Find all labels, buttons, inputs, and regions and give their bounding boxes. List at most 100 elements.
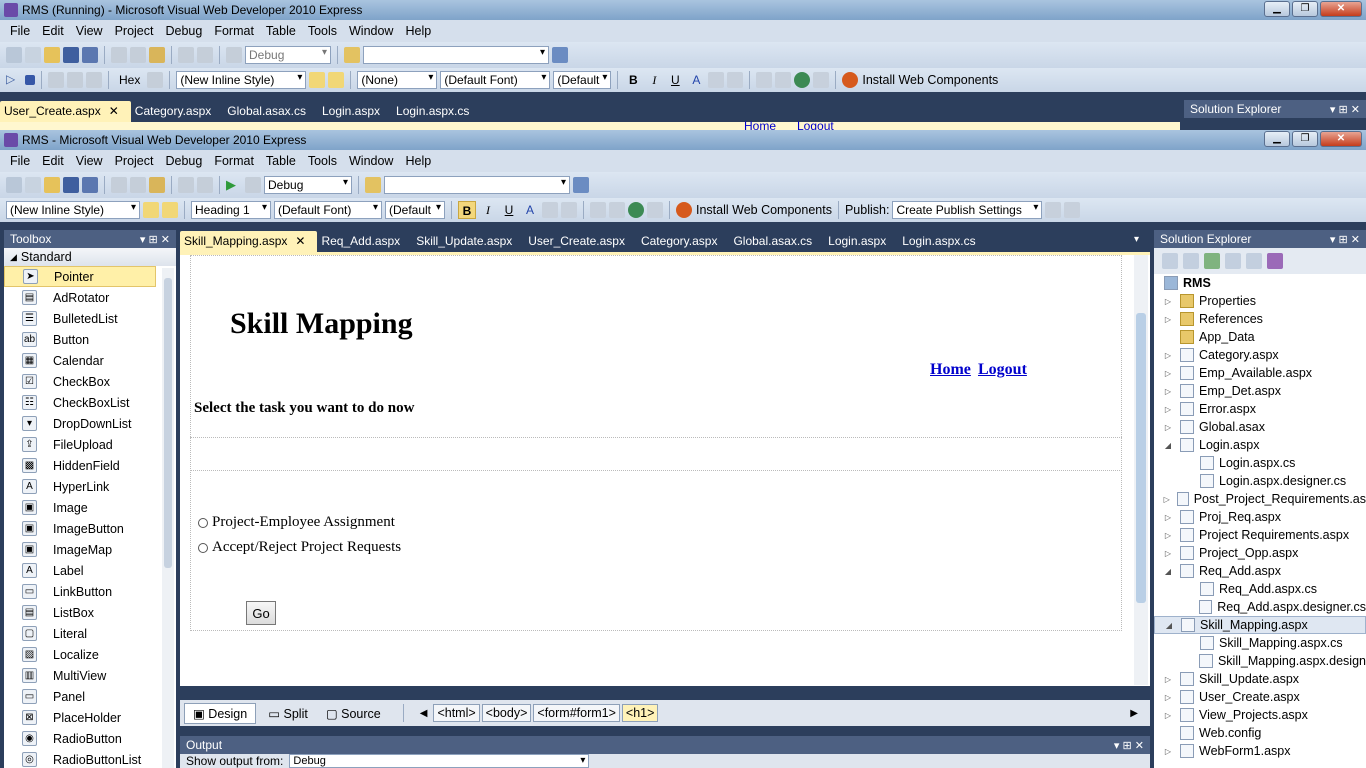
solution-item[interactable]: ▷ Global.asax — [1154, 418, 1366, 436]
add-item-icon[interactable] — [25, 177, 41, 193]
close-icon[interactable]: ✕ — [109, 104, 119, 118]
properties-icon[interactable] — [1162, 253, 1178, 269]
expand-icon[interactable]: ▷ — [1162, 675, 1174, 684]
output-source-dropdown[interactable]: Debug — [289, 754, 590, 768]
redo-icon[interactable] — [197, 177, 213, 193]
source-view-tab[interactable]: ▢ Source — [320, 704, 387, 723]
menu-tools[interactable]: Tools — [302, 24, 343, 38]
doc-tab[interactable]: Req_Add.aspx — [317, 231, 412, 252]
menu-project[interactable]: Project — [109, 24, 160, 38]
toolbox-item-button[interactable]: ab Button — [4, 329, 156, 350]
inner-highlight-icon[interactable] — [542, 202, 558, 218]
menu-file[interactable]: File — [4, 24, 36, 38]
design-vscroll-thumb[interactable] — [1136, 313, 1146, 603]
outer-install-web-components[interactable]: Install Web Components — [842, 72, 998, 88]
solution-item[interactable]: Skill_Mapping.aspx.design — [1154, 652, 1366, 670]
expand-icon[interactable]: ▷ — [1162, 711, 1174, 720]
expand-icon[interactable]: ▷ — [1162, 351, 1174, 360]
solution-item[interactable]: Login.aspx.designer.cs — [1154, 472, 1366, 490]
outer-doc-tab[interactable]: Login.aspx.cs — [392, 101, 481, 122]
toolbox-item-literal[interactable]: ▢ Literal — [4, 623, 156, 644]
copy-icon[interactable] — [130, 177, 146, 193]
step-over-icon[interactable] — [67, 72, 83, 88]
expand-icon[interactable]: ◢ — [1162, 441, 1174, 450]
continue-icon[interactable]: ▷ — [6, 72, 22, 88]
menu-file[interactable]: File — [4, 154, 36, 168]
toolbox-item-radiobuttonlist[interactable]: ◎ RadioButtonList — [4, 749, 156, 768]
outer-doc-tab[interactable]: Global.asax.cs — [223, 101, 318, 122]
outer-bold-button[interactable]: B — [624, 71, 642, 89]
menu-edit[interactable]: Edit — [36, 154, 70, 168]
refresh-icon[interactable] — [1204, 253, 1220, 269]
inner-bold-button[interactable]: B — [458, 201, 476, 219]
breakpoints-icon[interactable] — [147, 72, 164, 88]
toolbox-item-multiview[interactable]: ▥ MultiView — [4, 665, 156, 686]
expand-icon[interactable]: ▷ — [1162, 513, 1174, 522]
toolbox-item-linkbutton[interactable]: ▭ LinkButton — [4, 581, 156, 602]
tab-list-chevron-icon[interactable]: ▾ — [1134, 234, 1139, 245]
add-item-icon[interactable] — [25, 47, 41, 63]
outer-bullets-icon[interactable] — [775, 72, 792, 88]
target-rule-icon[interactable] — [328, 72, 345, 88]
inner-find-combo[interactable] — [384, 176, 570, 194]
inner-minimize-button[interactable]: ▁ — [1264, 131, 1290, 147]
style-application-icon[interactable] — [143, 202, 159, 218]
solution-item[interactable]: Login.aspx.cs — [1154, 454, 1366, 472]
inner-font-color-icon[interactable]: A — [521, 201, 539, 219]
doc-tab[interactable]: Login.aspx.cs — [898, 231, 987, 252]
toolbox-scroll-thumb[interactable] — [164, 278, 172, 568]
step-into-icon[interactable] — [48, 72, 64, 88]
find-in-files-icon[interactable] — [365, 177, 381, 193]
breadcrumb-left-icon[interactable]: ◀ — [420, 708, 428, 719]
inner-underline-button[interactable]: U — [500, 201, 518, 219]
design-vscrollbar[interactable] — [1134, 255, 1148, 685]
open-file-icon[interactable] — [44, 177, 60, 193]
inner-italic-button[interactable]: I — [479, 201, 497, 219]
breadcrumb-item[interactable]: <body> — [481, 704, 532, 722]
solution-item[interactable]: ▷ WebForm1.aspx — [1154, 742, 1366, 760]
outer-size-dropdown[interactable]: (Default — [553, 71, 612, 89]
menu-debug[interactable]: Debug — [159, 24, 208, 38]
breadcrumb-right-icon[interactable]: ▶ — [1130, 708, 1138, 719]
doc-tab[interactable]: Category.aspx — [637, 231, 729, 252]
expand-icon[interactable]: ◢ — [1163, 621, 1175, 630]
menu-help[interactable]: Help — [399, 154, 437, 168]
expand-icon[interactable]: ▷ — [1162, 387, 1174, 396]
publish-icon[interactable] — [1045, 202, 1062, 218]
target-rule-icon[interactable] — [162, 202, 178, 218]
toolbox-item-localize[interactable]: ▨ Localize — [4, 644, 156, 665]
breadcrumb-item[interactable]: <form#form1> — [533, 704, 620, 722]
publish-dropdown[interactable]: Create Publish Settings — [892, 201, 1043, 219]
page-heading[interactable]: Skill Mapping — [230, 307, 413, 341]
solution-root[interactable]: RMS — [1154, 274, 1366, 292]
start-debug-icon[interactable] — [226, 47, 242, 63]
toolbox-item-panel[interactable]: ▭ Panel — [4, 686, 156, 707]
expand-icon[interactable]: ◢ — [1162, 567, 1174, 576]
go-button[interactable]: Go — [246, 601, 276, 625]
expand-icon[interactable]: ▷ — [1162, 549, 1174, 558]
inner-maximize-button[interactable]: ❐ — [1292, 131, 1318, 147]
solution-item[interactable]: ▷ Post_Project_Requirements.as — [1154, 490, 1366, 508]
toolbox-item-listbox[interactable]: ▤ ListBox — [4, 602, 156, 623]
solution-item[interactable]: ▷ References — [1154, 310, 1366, 328]
menu-project[interactable]: Project — [109, 154, 160, 168]
save-all-icon[interactable] — [82, 47, 98, 63]
outer-style-dropdown[interactable]: (New Inline Style) — [176, 71, 307, 89]
save-icon[interactable] — [63, 47, 79, 63]
toolbox-item-dropdownlist[interactable]: ▾ DropDownList — [4, 413, 156, 434]
expand-icon[interactable]: ▷ — [1162, 423, 1174, 432]
expand-icon[interactable]: ▷ — [1162, 369, 1174, 378]
view-code-icon[interactable] — [1225, 253, 1241, 269]
menu-table[interactable]: Table — [260, 24, 302, 38]
find-in-files-icon[interactable] — [344, 47, 360, 63]
inner-config-dropdown[interactable]: Debug — [264, 176, 352, 194]
toolbox-item-checkboxlist[interactable]: ☷ CheckBoxList — [4, 392, 156, 413]
toolbox-item-adrotator[interactable]: ▤ AdRotator — [4, 287, 156, 308]
doc-tab[interactable]: Global.asax.cs — [729, 231, 824, 252]
inner-size-dropdown[interactable]: (Default — [385, 201, 445, 219]
toolbox-item-imagemap[interactable]: ▣ ImageMap — [4, 539, 156, 560]
menu-window[interactable]: Window — [343, 24, 399, 38]
split-view-tab[interactable]: ▭ Split — [262, 704, 314, 723]
menu-table[interactable]: Table — [260, 154, 302, 168]
logout-link[interactable]: Logout — [978, 361, 1027, 379]
